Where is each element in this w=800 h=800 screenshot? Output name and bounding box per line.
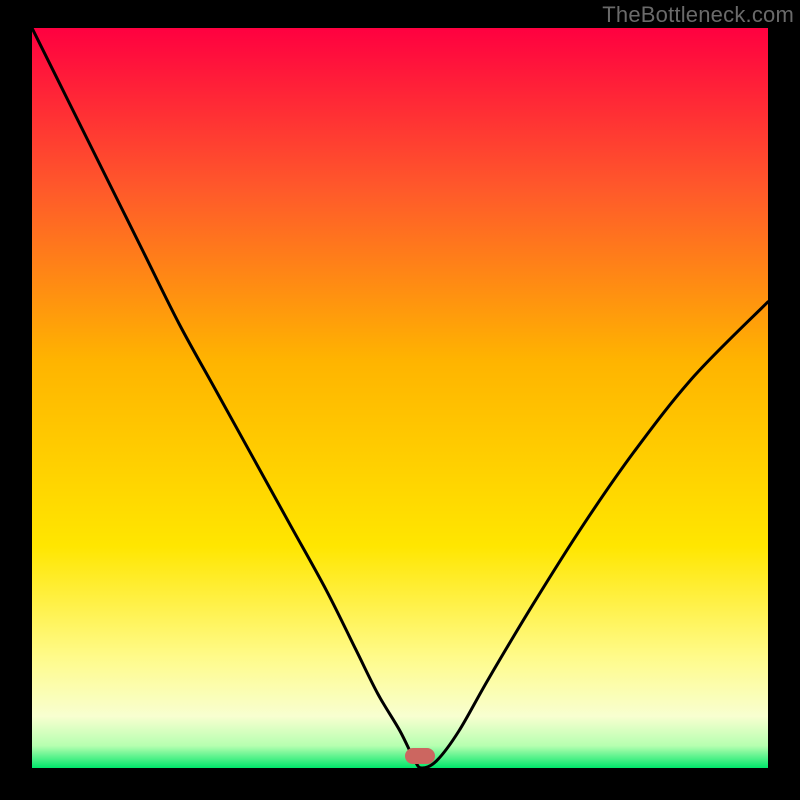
bottleneck-chart	[32, 28, 768, 768]
watermark-label: TheBottleneck.com	[602, 2, 794, 28]
chart-background-gradient	[32, 28, 768, 768]
bottleneck-point-marker	[405, 748, 435, 764]
chart-svg	[32, 28, 768, 768]
chart-frame: TheBottleneck.com	[0, 0, 800, 800]
